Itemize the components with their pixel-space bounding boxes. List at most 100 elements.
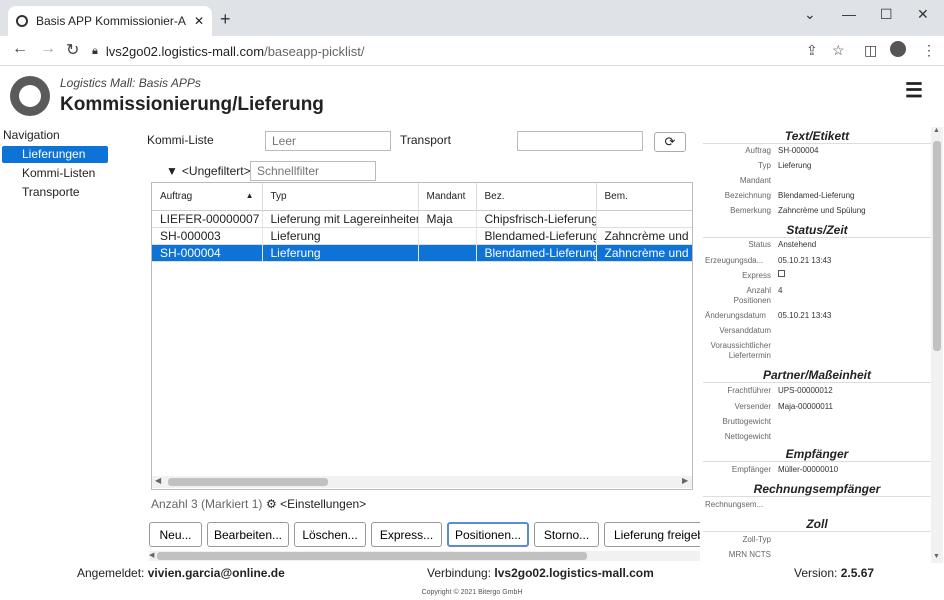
side-panel-icon[interactable]: ◫ <box>864 42 877 59</box>
detail-panel-scrollbar[interactable]: ▲ ▼ <box>931 127 943 563</box>
scroll-down-icon[interactable]: ▼ <box>933 553 940 560</box>
table-row[interactable]: LIEFER-00000007 Lieferung mit Lagereinhe… <box>152 210 692 228</box>
field-label: Nettogewicht <box>724 432 771 441</box>
express-button[interactable]: Express... <box>371 522 442 547</box>
reload-icon[interactable]: ↻ <box>66 40 79 60</box>
cell-bem: Zahncrème und Spülung <box>596 244 692 262</box>
maximize-icon[interactable]: ☐ <box>880 6 893 23</box>
browser-menu-icon[interactable]: ⋮ <box>922 42 936 59</box>
connection-info: Verbindung: lvs2go02.logistics-mall.com <box>427 566 654 580</box>
field-value-frachtfuehrer: UPS-00000012 <box>778 386 833 395</box>
field-value-aenderung: 05.10.21 13:43 <box>778 311 832 320</box>
field-label: Voraussichtlicher <box>710 341 771 350</box>
field-label: Versanddatum <box>719 326 771 335</box>
field-value-bezeichnung: Blendamed-Lieferung <box>778 191 855 200</box>
express-checkbox[interactable] <box>778 270 785 277</box>
delete-button[interactable]: Löschen... <box>294 522 366 547</box>
field-label: Empfänger <box>731 465 771 474</box>
forward-icon[interactable]: → <box>40 40 56 58</box>
nav-item-lieferungen[interactable]: Lieferungen <box>2 146 108 163</box>
col-header-typ[interactable]: Typ <box>262 183 419 211</box>
col-header-bem[interactable]: Bem. <box>596 183 692 211</box>
cell-auftrag: SH-000003 <box>152 227 263 245</box>
nav-item-kommi-listen[interactable]: Kommi-Listen <box>2 165 108 182</box>
cell-typ: Lieferung mit Lagereinheiten <box>262 210 419 228</box>
detail-scroll-thumb[interactable] <box>933 141 941 351</box>
cell-mandant: Maja <box>418 210 477 228</box>
profile-avatar[interactable] <box>890 41 906 57</box>
col-header-mandant[interactable]: Mandant <box>418 183 477 211</box>
field-value-auftrag: SH-000004 <box>778 146 819 155</box>
field-label: Erzeugungsda... <box>705 256 764 265</box>
field-label: Änderungsdatum <box>705 311 766 320</box>
browser-tab[interactable]: Basis APP Kommissionier-Auftrag ✕ <box>8 6 212 36</box>
transport-label: Transport <box>400 133 451 147</box>
nav-heading: Navigation <box>3 128 60 142</box>
field-label: Express <box>742 271 771 280</box>
field-label: Typ <box>758 161 771 170</box>
cell-mandant <box>418 227 477 245</box>
app-subtitle: Logistics Mall: Basis APPs <box>60 76 201 90</box>
version-label: Version: <box>794 566 838 580</box>
cell-typ: Lieferung <box>262 244 419 262</box>
section-empfaenger: Empfänger <box>703 447 931 462</box>
field-label: Auftrag <box>745 146 771 155</box>
scroll-right-icon[interactable]: ▶ <box>682 476 688 485</box>
tab-close-icon[interactable]: ✕ <box>194 14 204 28</box>
detail-panel: Text/Etikett Auftrag SH-000004 Typ Liefe… <box>703 127 931 563</box>
tab-search-icon[interactable]: ⌄ <box>804 6 816 23</box>
button-bar-scroll-thumb[interactable] <box>157 552 587 560</box>
table-row-selected[interactable]: SH-000004 Lieferung Blendamed-Lieferung … <box>152 244 692 262</box>
version-number: 2.5.67 <box>840 566 875 580</box>
table-row[interactable]: SH-000003 Lieferung Blendamed-Lieferung … <box>152 227 692 245</box>
back-icon[interactable]: ← <box>12 40 28 58</box>
grid-scroll-thumb[interactable] <box>168 478 328 486</box>
quick-filter-input[interactable] <box>250 161 376 181</box>
section-rechnungsempfaenger: Rechnungsempfänger <box>703 482 931 497</box>
field-label: Bezeichnung <box>724 191 771 200</box>
kommi-liste-input[interactable] <box>265 131 391 151</box>
hamburger-menu-icon[interactable]: ☰ <box>905 78 923 103</box>
button-bar-scrollbar[interactable]: ◀ <box>149 551 700 561</box>
refresh-icon: ⟳ <box>664 134 676 149</box>
kommi-liste-label: Kommi-Liste <box>147 133 214 147</box>
filter-funnel-icon: ▼ <box>166 164 178 178</box>
field-label: Frachtführer <box>727 386 771 395</box>
field-label: MRN NCTS <box>728 550 771 559</box>
field-label: Anzahl <box>746 286 771 295</box>
nav-item-transporte[interactable]: Transporte <box>2 184 108 201</box>
cell-auftrag: SH-000004 <box>152 244 263 262</box>
field-label: Zoll-Typ <box>742 535 771 544</box>
login-label: Angemeldet: <box>77 566 145 580</box>
refresh-button[interactable]: ⟳ <box>654 132 686 152</box>
positions-button[interactable]: Positionen... <box>447 522 529 547</box>
orders-grid[interactable]: Auftrag ▲ Typ Mandant Bez. Bem. LIEFER-0… <box>151 182 693 490</box>
col-header-bez[interactable]: Bez. <box>476 183 597 211</box>
app-logo-icon <box>10 76 50 116</box>
new-tab-icon[interactable]: + <box>220 9 231 30</box>
cell-mandant <box>418 244 477 262</box>
grid-horizontal-scrollbar[interactable]: ◀ ▶ <box>152 476 692 488</box>
cell-bez: Chipsfrisch-Lieferung <box>476 210 597 228</box>
transport-input[interactable] <box>517 131 643 151</box>
filter-selector[interactable]: ▼ <Ungefiltert> <box>166 164 251 178</box>
url-field[interactable]: 🔒︎ lvs2go02.logistics-mall.com/baseapp-p… <box>92 40 732 62</box>
cell-bem <box>596 210 692 228</box>
new-button[interactable]: Neu... <box>149 522 202 547</box>
grid-settings[interactable]: ⚙ <Einstellungen> <box>266 497 366 511</box>
scroll-up-icon[interactable]: ▲ <box>933 127 940 134</box>
minimize-icon[interactable]: — <box>842 6 856 22</box>
col-header-auftrag[interactable]: Auftrag ▲ <box>152 183 263 211</box>
storno-button[interactable]: Storno... <box>534 522 599 547</box>
scroll-left-icon[interactable]: ◀ <box>155 476 161 485</box>
section-zoll: Zoll <box>703 517 931 532</box>
scroll-left-icon[interactable]: ◀ <box>149 551 154 559</box>
edit-button[interactable]: Bearbeiten... <box>207 522 289 547</box>
bookmark-star-icon[interactable]: ☆ <box>832 42 845 59</box>
field-label: Bemerkung <box>730 206 771 215</box>
share-icon[interactable]: ⇪ <box>806 42 818 59</box>
window-close-icon[interactable]: ✕ <box>917 6 929 23</box>
url-path: /baseapp-picklist/ <box>264 43 365 59</box>
cell-bem: Zahncrème und Spülung <box>596 227 692 245</box>
release-delivery-button[interactable]: Lieferung freigebe <box>604 522 700 547</box>
